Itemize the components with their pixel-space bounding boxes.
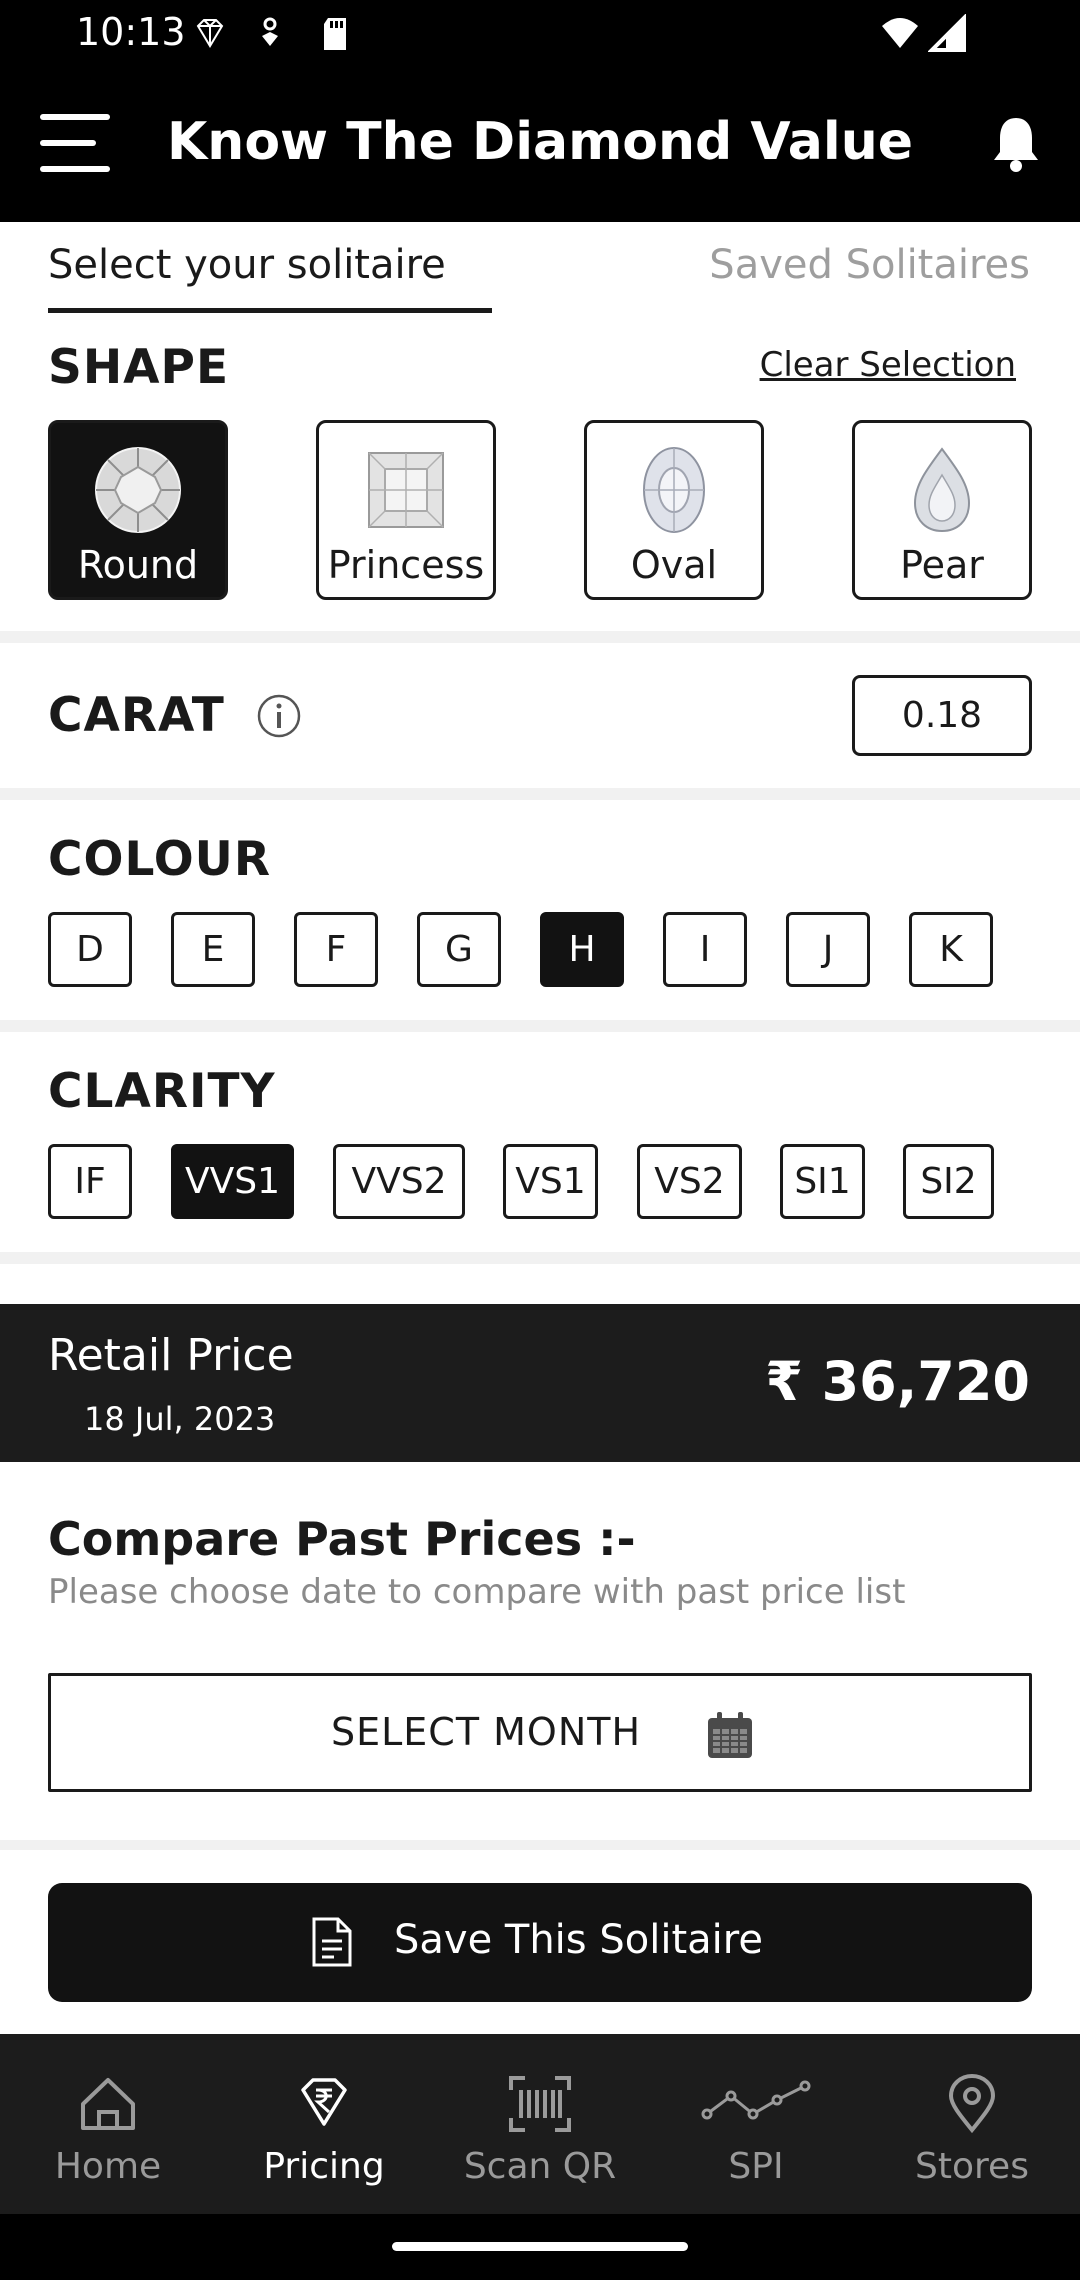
location-pin-icon [948,2074,996,2134]
info-icon[interactable] [256,693,302,739]
save-solitaire-label: Save This Solitaire [394,1917,763,1963]
nav-spi[interactable]: SPI [648,2034,864,2214]
shape-label: Princess [327,543,485,587]
shape-section-title: SHAPE [48,340,230,395]
section-divider [0,1252,1080,1264]
section-divider [0,1020,1080,1032]
shape-label: Oval [630,543,718,587]
colour-option-d[interactable]: D [48,912,132,987]
save-solitaire-button[interactable]: Save This Solitaire [48,1883,1032,2002]
carat-input[interactable]: 0.18 [852,675,1032,756]
retail-price-date: 18 Jul, 2023 [84,1400,276,1438]
round-diamond-icon [95,447,181,533]
clarity-section-title: CLARITY [48,1064,276,1119]
shape-option-oval[interactable]: Oval [584,420,764,600]
app-notification-icon [262,17,278,46]
colour-option-f[interactable]: F [294,912,378,987]
nav-label: Home [54,2146,162,2187]
compare-past-prices-title: Compare Past Prices :- [48,1512,636,1566]
retail-price-bar: Retail Price 18 Jul, 2023 ₹ 36,720 [0,1304,1080,1462]
notification-bell-icon[interactable] [988,114,1044,174]
home-icon [81,2078,135,2130]
nav-label: Scan QR [463,2146,617,2187]
nav-pricing[interactable]: Pricing [216,2034,432,2214]
section-divider [0,1840,1080,1850]
clarity-option-si1[interactable]: SI1 [780,1144,865,1219]
clarity-option-if[interactable]: IF [48,1144,132,1219]
app-bar: Know The Diamond Value [0,68,1080,222]
clarity-option-vvs2[interactable]: VVS2 [333,1144,465,1219]
bottom-navigation: Home Pricing Scan QR SPI Stores [0,2034,1080,2214]
pear-diamond-icon [913,447,971,533]
nav-label: SPI [728,2146,784,2187]
wifi-icon [882,18,918,48]
active-tab-indicator [48,308,492,313]
colour-option-j[interactable]: J [786,912,870,987]
home-gesture-handle[interactable] [392,2242,688,2251]
shape-option-pear[interactable]: Pear [852,420,1032,600]
compare-past-prices-subtitle: Please choose date to compare with past … [48,1572,906,1612]
nav-label: Pricing [263,2146,385,2187]
clarity-option-vvs1[interactable]: VVS1 [171,1144,294,1219]
section-divider [0,788,1080,800]
carat-section-title: CARAT [48,688,225,743]
rupee-diamond-icon [301,2078,347,2126]
nav-stores[interactable]: Stores [864,2034,1080,2214]
select-month-label: SELECT MONTH [331,1710,642,1754]
gesture-navigation-bar [0,2214,1080,2280]
retail-price-value: ₹ 36,720 [765,1350,1030,1413]
retail-price-label: Retail Price [48,1330,294,1381]
colour-section-title: COLOUR [48,832,272,887]
shape-label: Pear [900,543,984,587]
tab-select-solitaire[interactable]: Select your solitaire [48,242,446,288]
line-graph-icon [701,2080,811,2120]
nav-home[interactable]: Home [0,2034,216,2214]
sd-card-icon [324,18,346,50]
clarity-option-vs2[interactable]: VS2 [637,1144,742,1219]
cell-signal-icon [928,14,966,52]
colour-option-k[interactable]: K [909,912,993,987]
colour-option-g[interactable]: G [417,912,501,987]
tab-saved-solitaires[interactable]: Saved Solitaires [709,242,1030,288]
select-month-button[interactable]: SELECT MONTH [48,1673,1032,1792]
shape-option-round[interactable]: Round [48,420,228,600]
clarity-option-si2[interactable]: SI2 [903,1144,994,1219]
status-bar: 10:13 [0,0,1080,68]
status-time: 10:13 [76,10,186,54]
oval-diamond-icon [643,447,705,533]
clarity-option-vs1[interactable]: VS1 [503,1144,598,1219]
section-divider [0,631,1080,643]
colour-option-h[interactable]: H [540,912,624,987]
barcode-scan-icon [509,2076,571,2132]
colour-option-i[interactable]: I [663,912,747,987]
princess-diamond-icon [368,452,444,528]
app-title: Know The Diamond Value [167,112,913,172]
solitaire-tabs: Select your solitaire Saved Solitaires [0,222,1080,322]
document-icon [312,1917,352,1967]
clear-selection-link[interactable]: Clear Selection [760,345,1016,385]
shape-label: Round [77,543,199,587]
calendar-icon [708,1712,752,1758]
diamond-notification-icon [196,19,224,48]
colour-option-e[interactable]: E [171,912,255,987]
nav-label: Stores [915,2146,1029,2187]
shape-option-princess[interactable]: Princess [316,420,496,600]
nav-scan-qr[interactable]: Scan QR [432,2034,648,2214]
